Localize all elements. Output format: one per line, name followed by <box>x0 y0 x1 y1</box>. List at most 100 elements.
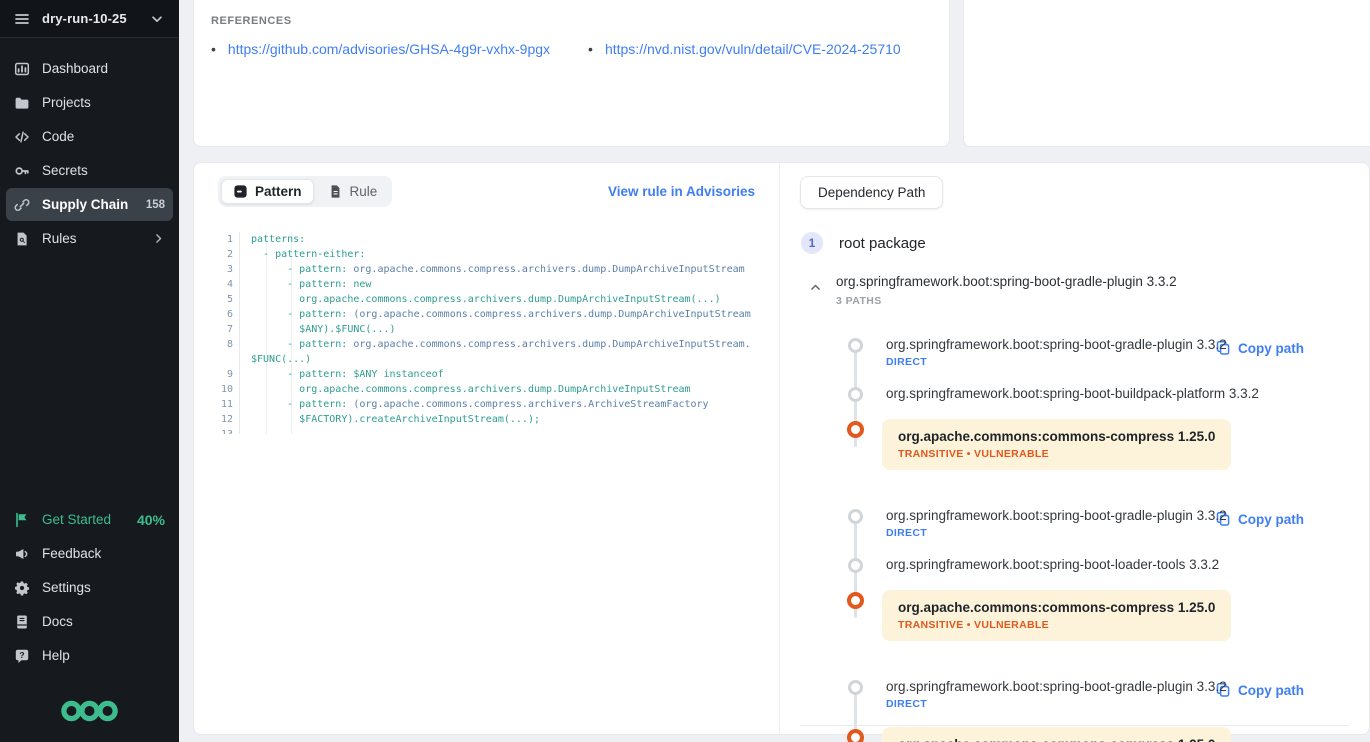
sidebar-footer: Get Started 40% Feedback Settings Docs ?… <box>0 503 179 682</box>
dependency-path: Copy path org.springframework.boot:sprin… <box>848 678 1349 742</box>
code-line: 5 org.apache.commons.compress.archivers.… <box>218 292 755 307</box>
dependency-node: org.springframework.boot:spring-boot-bui… <box>848 385 1349 419</box>
panel-divider <box>800 725 1349 726</box>
sidebar-item-dashboard[interactable]: Dashboard <box>6 52 173 85</box>
sidebar-item-projects[interactable]: Projects <box>6 86 173 119</box>
org-switcher[interactable]: dry-run-10-25 <box>0 0 179 38</box>
line-number: 9 <box>218 367 240 382</box>
paths-count-label: 3 PATHS <box>836 295 1177 307</box>
dependency-node-vulnerable: org.apache.commons:commons-compress 1.25… <box>848 419 1349 470</box>
package-name: org.apache.commons:commons-compress 1.25… <box>898 428 1215 445</box>
line-number: 11 <box>218 397 240 412</box>
dashboard-icon <box>14 61 30 77</box>
reference-item: • https://nvd.nist.gov/vuln/detail/CVE-2… <box>588 41 901 57</box>
code-line: 6 - pattern: (org.apache.commons.compres… <box>218 307 755 322</box>
rules-icon <box>14 231 30 247</box>
code-line: 4 - pattern: new <box>218 277 755 292</box>
root-package-label: root package <box>839 235 926 252</box>
dependency-node-vulnerable: org.apache.commons:commons-compress 1.25… <box>848 590 1349 641</box>
semgrep-logo-icon <box>0 682 179 742</box>
package-name: org.springframework.boot:spring-boot-gra… <box>886 507 1227 524</box>
dependency-node-vulnerable: org.apache.commons:commons-compress 1.25… <box>848 727 1349 742</box>
code-line: 9 - pattern: $ANY instanceof <box>218 367 755 382</box>
tab-pattern[interactable]: Pattern <box>221 179 314 204</box>
package-name: org.springframework.boot:spring-boot-gra… <box>886 678 1227 695</box>
view-rule-in-advisories-link[interactable]: View rule in Advisories <box>608 184 755 199</box>
code-line: $FUNC(...) <box>218 352 755 367</box>
vulnerable-package-box: org.apache.commons:commons-compress 1.25… <box>882 590 1231 641</box>
node-tag: DIRECT <box>886 698 1227 710</box>
bullet: • <box>588 41 593 57</box>
sidebar-item-help[interactable]: ? Help <box>6 639 173 672</box>
code-line: 11 - pattern: (org.apache.commons.compre… <box>218 397 755 412</box>
tab-rule[interactable]: Rule <box>316 179 390 204</box>
node-dot-icon <box>848 387 863 402</box>
sidebar-item-supply-chain[interactable]: Supply Chain 158 <box>6 188 173 221</box>
code-line: 12 $FACTORY).createArchiveInputStream(..… <box>218 412 755 427</box>
node-dot-icon <box>848 680 863 695</box>
vulnerable-node-dot-icon <box>847 729 864 742</box>
chevron-down-icon[interactable] <box>149 11 165 27</box>
progress-percent: 40% <box>137 512 165 528</box>
hamburger-menu-icon[interactable] <box>14 11 30 27</box>
dependency-group-title: org.springframework.boot:spring-boot-gra… <box>836 274 1177 289</box>
dependency-node: org.springframework.boot:spring-boot-gra… <box>848 507 1349 556</box>
main-content: REFERENCES • https://github.com/advisori… <box>179 0 1370 742</box>
sidebar-nav: Dashboard Projects Code Secrets Supply C… <box>0 52 179 255</box>
line-number: 12 <box>218 412 240 427</box>
node-tag: TRANSITIVE • VULNERABLE <box>898 448 1215 460</box>
secrets-icon <box>14 163 30 179</box>
sidebar-item-secrets[interactable]: Secrets <box>6 154 173 187</box>
node-dot-icon <box>848 509 863 524</box>
rule-pattern-code[interactable]: 1 patterns: 2 - pattern-either: 3 - patt… <box>218 232 755 434</box>
collapse-chevron-up-icon[interactable] <box>809 281 822 307</box>
pattern-icon <box>233 184 248 199</box>
supply-chain-icon <box>14 197 30 213</box>
package-name: org.apache.commons:commons-compress 1.25… <box>898 599 1215 616</box>
dependency-paths: Copy path org.springframework.boot:sprin… <box>848 336 1349 742</box>
line-number: 5 <box>218 292 240 307</box>
vulnerable-package-box: org.apache.commons:commons-compress 1.25… <box>882 727 1231 742</box>
code-line: 2 - pattern-either: <box>218 247 755 262</box>
root-count-badge: 1 <box>801 232 823 254</box>
vulnerable-package-box: org.apache.commons:commons-compress 1.25… <box>882 419 1231 470</box>
sidebar-item-feedback[interactable]: Feedback <box>6 537 173 570</box>
sidebar-item-docs[interactable]: Docs <box>6 605 173 638</box>
node-tag: TRANSITIVE • VULNERABLE <box>898 619 1215 631</box>
chevron-right-icon <box>152 232 165 245</box>
references-card: REFERENCES • https://github.com/advisori… <box>193 0 950 147</box>
sidebar: dry-run-10-25 Dashboard Projects Code Se… <box>0 0 179 742</box>
package-name: org.springframework.boot:spring-boot-gra… <box>886 336 1227 353</box>
code-line: 3 - pattern: org.apache.commons.compress… <box>218 262 755 277</box>
node-dot-icon <box>848 338 863 353</box>
line-number: 2 <box>218 247 240 262</box>
sidebar-item-rules[interactable]: Rules <box>6 222 173 255</box>
line-number <box>218 352 240 367</box>
top-row: REFERENCES • https://github.com/advisori… <box>193 0 1370 147</box>
reference-link[interactable]: https://github.com/advisories/GHSA-4g9r-… <box>228 41 550 57</box>
gear-icon <box>14 580 30 596</box>
detail-card: Pattern Rule View rule in Advisories 1 p… <box>193 162 1370 735</box>
package-name: org.springframework.boot:spring-boot-loa… <box>886 556 1219 573</box>
reference-link[interactable]: https://nvd.nist.gov/vuln/detail/CVE-202… <box>605 41 901 57</box>
dependency-panel: Dependency Path 1 root package org.sprin… <box>780 163 1369 734</box>
line-number: 6 <box>218 307 240 322</box>
help-icon: ? <box>14 648 30 664</box>
code-icon <box>14 129 30 145</box>
line-number: 4 <box>218 277 240 292</box>
sidebar-item-code[interactable]: Code <box>6 120 173 153</box>
vulnerable-node-dot-icon <box>847 592 864 609</box>
adjacent-card <box>963 0 1370 147</box>
sidebar-item-get-started[interactable]: Get Started 40% <box>6 503 173 536</box>
line-number: 10 <box>218 382 240 397</box>
code-line: 7 $ANY).$FUNC(...) <box>218 322 755 337</box>
reference-item: • https://github.com/advisories/GHSA-4g9… <box>211 41 550 57</box>
sidebar-item-settings[interactable]: Settings <box>6 571 173 604</box>
projects-icon <box>14 95 30 111</box>
node-tag: DIRECT <box>886 356 1227 368</box>
code-line: 10 org.apache.commons.compress.archivers… <box>218 382 755 397</box>
vulnerable-node-dot-icon <box>847 421 864 438</box>
package-name: org.apache.commons:commons-compress 1.25… <box>898 736 1215 742</box>
references-list: • https://github.com/advisories/GHSA-4g9… <box>211 41 932 57</box>
dependency-path-tab[interactable]: Dependency Path <box>800 176 943 209</box>
